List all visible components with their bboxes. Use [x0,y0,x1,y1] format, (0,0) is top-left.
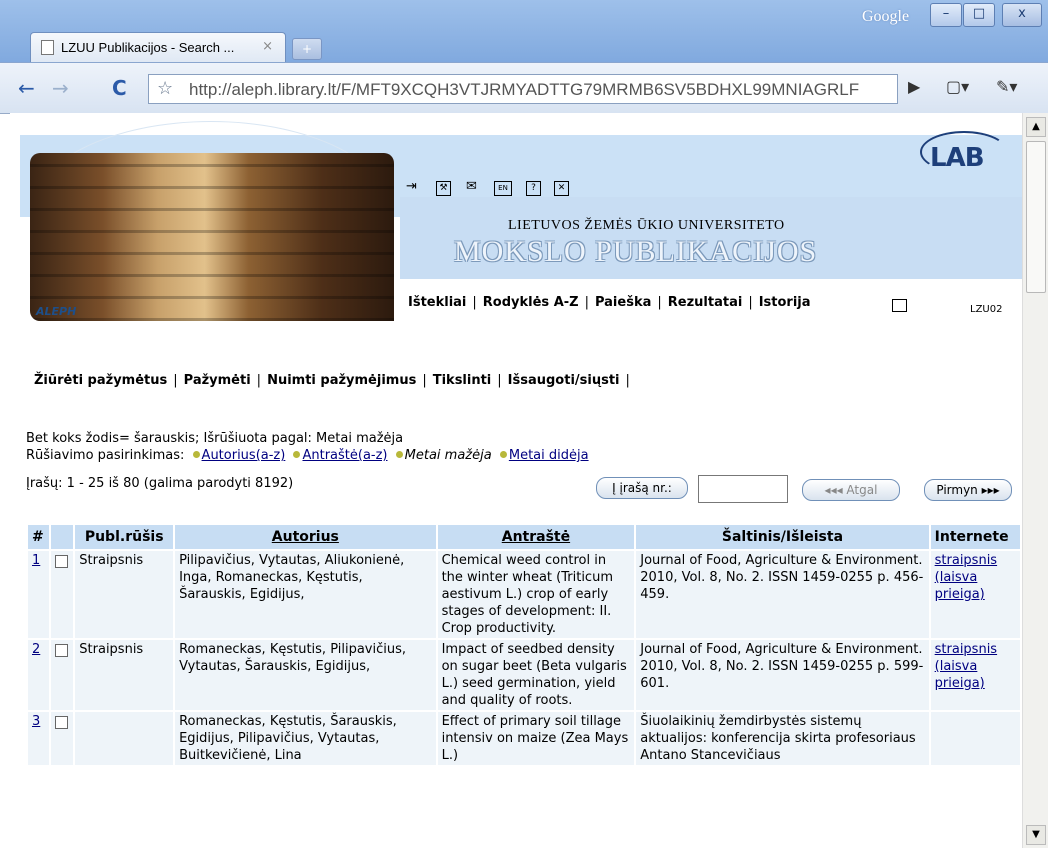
new-tab-button[interactable]: + [292,38,322,60]
record-type: Straipsnis [75,551,174,638]
view-marked-link[interactable]: Žiūrėti pažymėtus [34,373,167,388]
browser-toolbar: ← → C ☆ http://aleph.library.lt/F/MFT9XC… [0,62,1048,114]
record-source: Journal of Food, Agriculture & Environme… [636,551,929,638]
record-title: Impact of seedbed density on sugar beet … [437,640,635,710]
record-checkbox[interactable] [54,716,68,729]
refine-link[interactable]: Tikslinti [433,373,492,388]
record-author: Pilipavičius, Vytautas, Aliukonienė, Ing… [175,551,436,638]
save-send-link[interactable]: Išsaugoti/siųsti [508,373,620,388]
vertical-scrollbar[interactable]: ▲ ▼ [1022,113,1048,848]
forward-button[interactable]: → [52,76,69,100]
col-check [50,525,74,549]
col-num: # [28,525,49,549]
maximize-button[interactable]: □ [963,3,995,27]
page-icon [41,40,54,55]
sort-options: Rūšiavimo pasirinkimas: Autorius(a-z) An… [26,448,589,463]
record-source: Journal of Food, Agriculture & Environme… [636,640,929,710]
help-icon[interactable]: ? [526,179,541,196]
screen-icon[interactable] [892,299,907,312]
results-table: # Publ.rūšis Autorius Antraštė Šaltinis/… [26,523,1022,767]
nav-history[interactable]: Istorija [759,295,811,310]
main-navigation: Ištekliai | Rodyklės A-Z | Paieška | Rezultata… [408,295,811,310]
sort-title[interactable]: Antraštė(a-z) [302,448,387,463]
record-number-link[interactable]: 2 [32,642,40,657]
database-code: LZU02 [970,304,1003,315]
unmark-link[interactable]: Nuimti pažymėjimus [267,373,416,388]
scroll-thumb[interactable] [1026,141,1046,293]
lab-logo: LAB [930,143,985,173]
table-row: 2 Straipsnis Romaneckas, Kęstutis, Pilip… [28,640,1020,710]
table-row: 3 Romaneckas, Kęstutis, Šarauskis, Egidi… [28,712,1020,765]
address-bar[interactable]: ☆ http://aleph.library.lt/F/MFT9XCQH3VTJ… [148,74,898,104]
language-icon[interactable]: EN [494,179,512,196]
scroll-down-arrow[interactable]: ▼ [1026,825,1046,845]
table-header-row: # Publ.rūšis Autorius Antraštė Šaltinis/… [28,525,1020,549]
aleph-logo: ALEPH [36,305,77,318]
go-button[interactable]: ▶ [908,77,920,96]
tools-menu-button[interactable]: ✎▾ [996,77,1017,96]
record-checkbox[interactable] [54,555,68,568]
nav-results[interactable]: Rezultatai [668,295,743,310]
jump-to-record-button[interactable]: Į įrašą nr.: [596,477,688,499]
col-author[interactable]: Autorius [175,525,436,549]
sort-year-asc[interactable]: Metai didėja [509,448,589,463]
previous-button[interactable]: ◂◂◂ Atgal [802,479,900,501]
next-button[interactable]: Pirmyn ▸▸▸ [924,479,1012,501]
record-number-link[interactable]: 1 [32,553,40,568]
preferences-icon[interactable]: ⚒ [436,179,451,196]
record-count: Įrašų: 1 - 25 iš 80 (galima parodyti 819… [26,476,294,491]
scroll-up-arrow[interactable]: ▲ [1026,117,1046,137]
university-name: LIETUVOS ŽEMĖS ŪKIO UNIVERSITETO [508,218,785,233]
mail-icon[interactable]: ✉ [466,179,477,194]
back-button[interactable]: ← [18,76,35,100]
record-author: Romaneckas, Kęstutis, Pilipavičius, Vyta… [175,640,436,710]
table-row: 1 Straipsnis Pilipavičius, Vytautas, Ali… [28,551,1020,638]
url-text[interactable]: http://aleph.library.lt/F/MFT9XCQH3VTJRM… [189,80,859,100]
col-title[interactable]: Antraštė [437,525,635,549]
record-author: Romaneckas, Kęstutis, Šarauskis, Egidiju… [175,712,436,765]
nav-search[interactable]: Paieška [595,295,651,310]
col-online: Internete [930,525,1020,549]
reload-button[interactable]: C [112,76,127,100]
query-summary: Bet koks žodis= šarauskis; Išrūšiuota pa… [26,431,404,446]
sort-label: Rūšiavimo pasirinkimas: [26,448,185,463]
tab-title: LZUU Publikacijos - Search ... [61,40,235,55]
nav-resources[interactable]: Ištekliai [408,295,466,310]
col-source: Šaltinis/Išleista [636,525,929,549]
jump-record-input[interactable] [698,475,788,503]
browser-tab[interactable]: LZUU Publikacijos - Search ... × [30,32,286,63]
page-title: MOKSLO PUBLIKACIJOS [454,235,818,268]
action-bar: Žiūrėti pažymėtus | Pažymėti | Nuimti pažymė… [34,373,630,388]
record-number-link[interactable]: 3 [32,714,40,729]
library-image [30,153,394,321]
page-viewport: ALEPH ⇥ ⚒ ✉ EN ? ✕ LAB LIETUVOS ŽEMĖS ŪK… [10,113,1022,848]
record-type [75,712,174,765]
record-checkbox[interactable] [54,644,68,657]
login-icon[interactable]: ⇥ [406,179,417,194]
tab-close-icon[interactable]: × [262,39,273,54]
record-online-link[interactable]: straipsnis (laisva prieiga) [935,642,997,691]
minimize-button[interactable]: – [930,3,962,27]
record-type: Straipsnis [75,640,174,710]
bookmark-star-icon[interactable]: ☆ [157,78,173,99]
sort-author[interactable]: Autorius(a-z) [202,448,286,463]
mark-link[interactable]: Pažymėti [184,373,251,388]
record-online-link[interactable]: straipsnis (laisva prieiga) [935,553,997,602]
page-menu-button[interactable]: ▢▾ [946,77,969,96]
close-window-button[interactable]: x [1002,3,1042,27]
col-type: Publ.rūšis [75,525,174,549]
record-title: Effect of primary soil tillage intensiv … [437,712,635,765]
google-label: Google [862,8,910,25]
record-source: Šiuolaikinių žemdirbystės sistemų aktual… [636,712,929,765]
record-title: Chemical weed control in the winter whea… [437,551,635,638]
exit-icon[interactable]: ✕ [554,179,569,196]
nav-indexes[interactable]: Rodyklės A-Z [483,295,579,310]
sort-year-desc: Metai mažėja [404,448,492,463]
